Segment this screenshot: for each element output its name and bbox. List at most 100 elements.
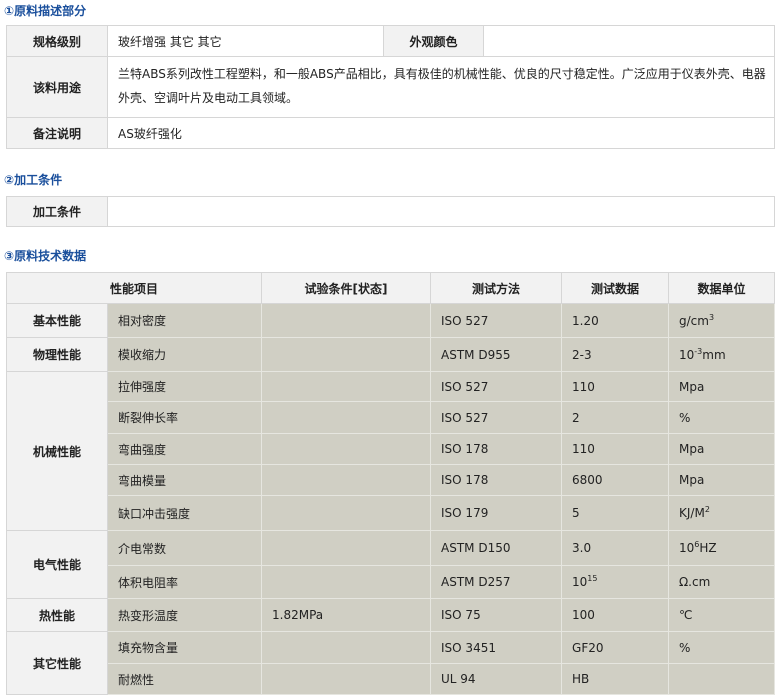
value-text: 100 (572, 608, 595, 622)
header-condition: 试验条件[状态] (261, 272, 432, 304)
condition-cell (261, 565, 432, 599)
method-cell: ASTM D257 (430, 565, 563, 599)
method-cell: ISO 527 (430, 401, 563, 434)
method-text: ISO 527 (441, 410, 489, 425)
unit-text: Mpa (679, 442, 705, 456)
value-text: HB (572, 672, 590, 686)
item-cell: 热变形温度 (106, 598, 263, 632)
method-text: ISO 527 (441, 313, 489, 328)
item-text: 弯曲模量 (118, 473, 167, 488)
unit-suffix: mm (702, 347, 726, 362)
condition-cell (261, 303, 432, 338)
table-row: 缺口冲击强度 ISO 179 5 KJ/M2 (7, 495, 776, 531)
item-cell: 耐燃性 (106, 663, 263, 695)
unit-cell: % (668, 631, 776, 664)
item-text: 弯曲强度 (118, 442, 167, 457)
category-cell: 热性能 (6, 598, 108, 632)
section1-title: ①原料描述部分 (4, 4, 87, 18)
method-cell: ISO 527 (430, 303, 563, 338)
table-row: 断裂伸长率 ISO 527 2% (7, 401, 776, 434)
item-cell: 体积电阻率 (106, 565, 263, 599)
color-value (483, 25, 775, 57)
value-text: 6800 (572, 473, 603, 487)
method-text: ASTM D257 (441, 575, 511, 589)
value-text: GF20 (572, 640, 604, 655)
item-cell: 断裂伸长率 (106, 401, 263, 434)
category-cell: 电气性能 (6, 530, 108, 599)
method-text: ISO 178 (441, 442, 489, 456)
category-cell: 其它性能 (6, 631, 108, 695)
value-cell: 2-3 (561, 337, 670, 372)
table-row: 机械性能 拉伸强度 ISO 527 110 Mpa (6, 371, 776, 531)
condition-cell (261, 631, 432, 664)
color-label: 外观颜色 (383, 25, 484, 57)
method-text: ISO 179 (441, 506, 489, 520)
table-row: 体积电阻率 ASTM D257 1015 Ω.cm (7, 565, 776, 599)
material-description-table: 规格级别 玻纤增强 其它 其它 外观颜色 该料用途 兰特ABS系列改性工程塑料，… (6, 25, 775, 149)
method-cell: ISO 178 (430, 464, 563, 496)
table-row: 弯曲模量 ISO 178 6800 Mpa (7, 464, 776, 496)
unit-cell: Mpa (668, 464, 776, 496)
processing-label: 加工条件 (6, 196, 108, 227)
item-cell: 缺口冲击强度 (106, 495, 263, 531)
item-text: 体积电阻率 (118, 575, 179, 590)
header-value: 测试数据 (561, 272, 670, 304)
method-text: ASTM D150 (441, 541, 511, 555)
method-text: ISO 527 (441, 379, 489, 394)
value-cell: HB (561, 663, 670, 695)
category-cell: 物理性能 (6, 337, 108, 372)
unit-suffix: HZ (699, 541, 717, 555)
value-cell: 110 (561, 371, 670, 402)
page: ①原料描述部分 规格级别 玻纤增强 其它 其它 外观颜色 该料用途 兰特ABS系… (0, 0, 780, 696)
item-text: 介电常数 (118, 541, 167, 556)
unit-text: g/cm (679, 313, 709, 328)
condition-text: 1.82MPa (272, 608, 324, 622)
method-cell: ASTM D150 (430, 530, 563, 566)
value-cell: 110 (561, 433, 670, 465)
header-property: 性能项目 (5, 272, 263, 304)
category-cell: 基本性能 (6, 303, 108, 338)
unit-cell: ℃ (668, 598, 776, 632)
value-cell: 1015 (561, 565, 670, 599)
value-text: 3.0 (572, 541, 592, 555)
method-cell: UL 94 (430, 663, 563, 695)
unit-cell (668, 663, 776, 695)
value-cell: 100 (561, 598, 670, 632)
usage-label: 该料用途 (6, 56, 108, 118)
unit-cell: % (668, 401, 776, 434)
method-text: ISO 75 (441, 608, 481, 622)
method-text: ASTM D955 (441, 347, 511, 362)
method-text: ISO 3451 (441, 640, 496, 655)
condition-cell (261, 401, 432, 434)
item-cell: 拉伸强度 (106, 371, 263, 402)
table-row: 电气性能 介电常数 ASTM D150 3.0 106HZ (6, 530, 776, 599)
method-cell: ISO 179 (430, 495, 563, 531)
method-cell: ISO 527 (430, 371, 563, 402)
section3-title: ③原料技术数据 (4, 249, 87, 263)
condition-cell (261, 337, 432, 372)
item-cell: 弯曲模量 (106, 464, 263, 496)
unit-cell: Mpa (668, 433, 776, 465)
unit-text: Mpa (679, 473, 705, 487)
value-text: 2-3 (572, 347, 592, 362)
method-text: UL 94 (441, 672, 476, 686)
unit-text: Mpa (679, 379, 705, 394)
category-cell: 机械性能 (6, 371, 108, 531)
unit-cell: KJ/M2 (668, 495, 776, 531)
value-cell: 5 (561, 495, 670, 531)
item-text: 填充物含量 (118, 641, 179, 655)
processing-value (107, 196, 775, 227)
item-text: 断裂伸长率 (118, 411, 179, 425)
unit-text: % (679, 640, 691, 655)
unit-cell: g/cm3 (668, 303, 776, 338)
value-text: 110 (572, 379, 595, 394)
item-cell: 填充物含量 (106, 631, 263, 664)
item-text: 相对密度 (118, 314, 167, 328)
value-cell: 6800 (561, 464, 670, 496)
value-superscript: 15 (587, 574, 598, 583)
table-row: 基本性能 相对密度 ISO 527 1.20 g/cm3 (6, 303, 776, 338)
value-cell: 2 (561, 401, 670, 434)
unit-cell: 10-3mm (668, 337, 776, 372)
remark-label: 备注说明 (6, 117, 108, 149)
item-text: 缺口冲击强度 (118, 506, 191, 521)
